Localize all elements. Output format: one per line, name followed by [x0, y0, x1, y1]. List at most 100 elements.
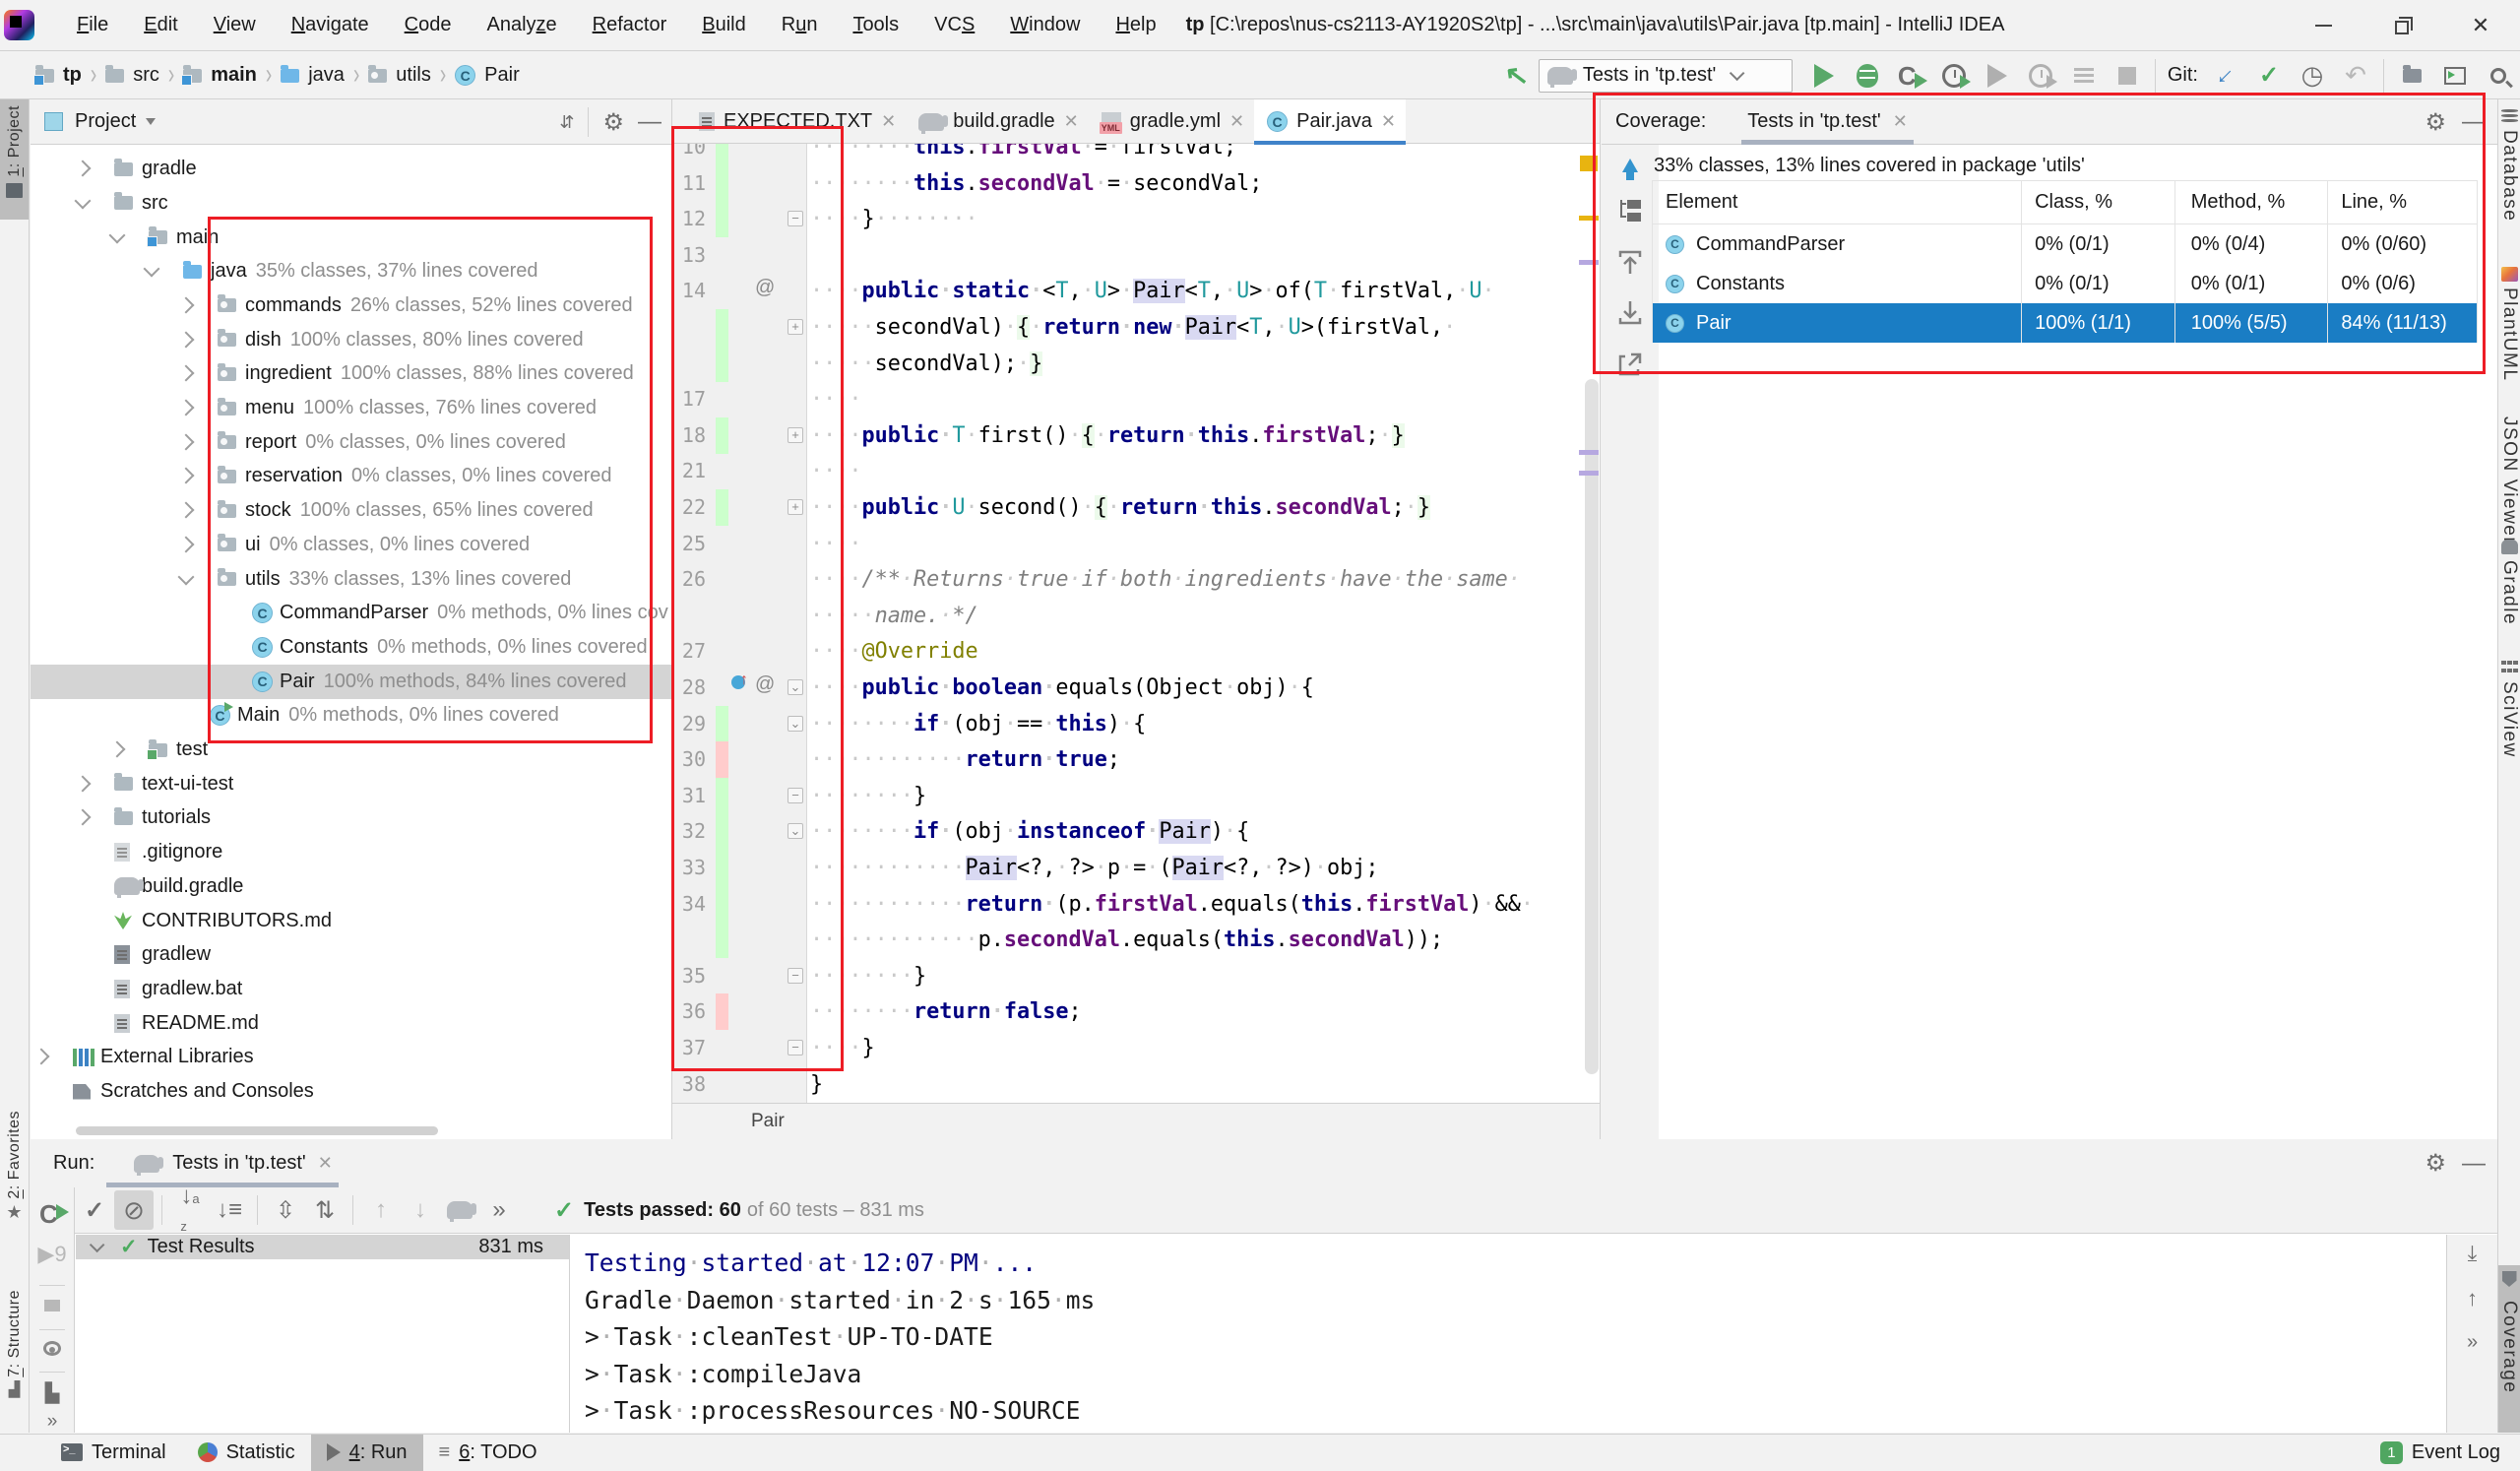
chevron-down-icon[interactable]: [143, 260, 160, 278]
statusbar-6--todo[interactable]: ≡ 6: TODO: [423, 1435, 553, 1471]
run-console[interactable]: Testing·started·at·12:07·PM·... Gradle·Da…: [571, 1235, 2445, 1433]
git-commit-icon[interactable]: ✓: [2247, 56, 2291, 96]
menu-edit[interactable]: Edit: [126, 14, 195, 36]
git-update-icon[interactable]: ↓: [2204, 56, 2247, 96]
run-config-combo[interactable]: Tests in 'tp.test': [1538, 58, 1793, 93]
chevron-right-icon[interactable]: [177, 536, 195, 553]
git-history-icon[interactable]: ◷: [2291, 56, 2334, 96]
test-results-row[interactable]: ✓ Test Results 831 ms: [76, 1235, 569, 1259]
chevron-right-icon[interactable]: [32, 1048, 50, 1065]
collapse-all-icon[interactable]: ⇅: [305, 1190, 345, 1230]
chevron-right-icon[interactable]: [177, 364, 195, 382]
tree-item-readme.md[interactable]: README.md: [31, 1006, 671, 1041]
sort-alphabetically-icon[interactable]: ↓a z: [170, 1183, 210, 1234]
locate-icon[interactable]: [43, 1341, 61, 1357]
breadcrumb-main[interactable]: main: [181, 64, 257, 87]
collapse-all-icon[interactable]: ⇵: [559, 112, 574, 133]
close-icon[interactable]: ✕: [1229, 111, 1244, 132]
stripe-tab-plantuml[interactable]: PlantUML: [2498, 261, 2520, 405]
minimize-button[interactable]: [2284, 0, 2362, 51]
gear-icon[interactable]: ⚙: [602, 108, 624, 137]
project-panel-title[interactable]: Project: [75, 110, 136, 133]
more-icon[interactable]: »: [47, 1411, 58, 1433]
build-icon[interactable]: ↖: [1495, 56, 1539, 96]
horizontal-scrollbar[interactable]: [76, 1126, 438, 1135]
tree-item-gradle[interactable]: gradle: [31, 152, 671, 186]
chevron-right-icon[interactable]: [177, 433, 195, 451]
chevron-right-icon[interactable]: [177, 399, 195, 416]
scroll-up-icon[interactable]: ↑: [2467, 1286, 2478, 1311]
profiler-button[interactable]: [1932, 56, 1976, 96]
tree-item-tutorials[interactable]: tutorials: [31, 800, 671, 835]
more-icon[interactable]: »: [479, 1190, 519, 1230]
statusbar-4--run[interactable]: 4: Run: [310, 1434, 423, 1471]
statusbar-terminal[interactable]: Terminal: [45, 1435, 182, 1471]
tree-item-.gitignore[interactable]: .gitignore: [31, 835, 671, 869]
menu-analyze[interactable]: Analyze: [469, 14, 574, 36]
close-icon[interactable]: ✕: [318, 1153, 333, 1174]
breadcrumb-pair[interactable]: C Pair: [455, 64, 520, 87]
close-icon[interactable]: ✕: [1064, 111, 1079, 132]
chevron-right-icon[interactable]: [108, 740, 126, 758]
stripe-tab-gradle[interactable]: Gradle: [2498, 534, 2520, 642]
menu-tools[interactable]: Tools: [835, 14, 916, 36]
stripe-tab-coverage[interactable]: Coverage: [2498, 1265, 2520, 1433]
statusbar-statistic[interactable]: Statistic: [182, 1435, 311, 1471]
breadcrumb-tp[interactable]: tp: [33, 64, 82, 87]
run-tab[interactable]: Tests in 'tp.test' ✕: [106, 1139, 339, 1187]
tree-item-gradlew[interactable]: gradlew: [31, 937, 671, 972]
chevron-right-icon[interactable]: [177, 296, 195, 314]
coverage-run-button[interactable]: [1889, 56, 1932, 96]
rerun-coverage-icon[interactable]: [39, 1201, 69, 1227]
menu-build[interactable]: Build: [684, 14, 763, 36]
menu-code[interactable]: Code: [387, 14, 470, 36]
test-history-icon[interactable]: [440, 1190, 479, 1230]
stripe-tab-database[interactable]: Database: [2498, 103, 2520, 247]
expand-all-icon[interactable]: ⇳: [266, 1190, 305, 1230]
show-ignored-icon[interactable]: ⊘: [114, 1190, 154, 1230]
event-log-label[interactable]: Event Log: [2412, 1441, 2500, 1464]
maximize-button[interactable]: [2362, 0, 2441, 51]
stripe-tab-project[interactable]: 1: Project: [0, 99, 29, 220]
tree-item-build.gradle[interactable]: build.gradle: [31, 869, 671, 904]
breadcrumb-java[interactable]: java: [281, 64, 345, 87]
tree-item-src[interactable]: src: [31, 186, 671, 221]
menu-help[interactable]: Help: [1098, 14, 1173, 36]
debug-button[interactable]: [1846, 56, 1889, 96]
more-icon[interactable]: »: [2467, 1331, 2478, 1354]
editor-scrollbar[interactable]: [1585, 379, 1599, 1074]
menu-run[interactable]: Run: [764, 14, 836, 36]
chevron-right-icon[interactable]: [74, 808, 92, 826]
tree-item-scratches-and-consoles[interactable]: Scratches and Consoles: [31, 1074, 671, 1109]
menu-navigate[interactable]: Navigate: [274, 14, 387, 36]
show-passed-icon[interactable]: ✓: [75, 1190, 114, 1230]
menu-view[interactable]: View: [196, 14, 274, 36]
scroll-to-end-icon[interactable]: ⤓: [2468, 1241, 2478, 1266]
close-icon[interactable]: ✕: [881, 111, 896, 132]
editor-tab-gradle.yml[interactable]: gradle.yml✕: [1089, 99, 1254, 144]
editor-tab-pair.java[interactable]: C Pair.java ✕: [1254, 99, 1406, 145]
chevron-right-icon[interactable]: [177, 331, 195, 349]
import-icon[interactable]: ▙: [45, 1382, 60, 1405]
chevron-down-icon[interactable]: [146, 118, 157, 125]
chevron-right-icon[interactable]: [177, 467, 195, 484]
tree-item-contributors.md[interactable]: CONTRIBUTORS.md: [31, 904, 671, 938]
chevron-down-icon[interactable]: [177, 568, 195, 586]
sort-by-duration-icon[interactable]: ↓≡: [210, 1190, 249, 1230]
chevron-down-icon[interactable]: [108, 226, 126, 244]
editor-breadcrumb[interactable]: Pair: [672, 1103, 1600, 1139]
editor-tab-build.gradle[interactable]: build.gradle ✕: [906, 99, 1089, 144]
chevron-right-icon[interactable]: [74, 775, 92, 793]
hide-panel-icon[interactable]: —: [2462, 1150, 2486, 1178]
close-icon[interactable]: ✕: [1381, 111, 1396, 132]
close-button[interactable]: ✕: [2441, 0, 2520, 51]
project-structure-icon[interactable]: [2390, 56, 2433, 96]
tree-item-gradlew.bat[interactable]: gradlew.bat: [31, 972, 671, 1006]
breadcrumb-utils[interactable]: utils: [368, 64, 431, 87]
breadcrumb-src[interactable]: src: [105, 64, 159, 87]
tree-item-external-libraries[interactable]: External Libraries: [31, 1040, 671, 1074]
tree-item-text-ui-test[interactable]: text-ui-test: [31, 767, 671, 801]
chevron-right-icon[interactable]: [74, 160, 92, 177]
toolwindow-icon[interactable]: [2433, 56, 2477, 96]
gear-icon[interactable]: ⚙: [2425, 1149, 2446, 1178]
